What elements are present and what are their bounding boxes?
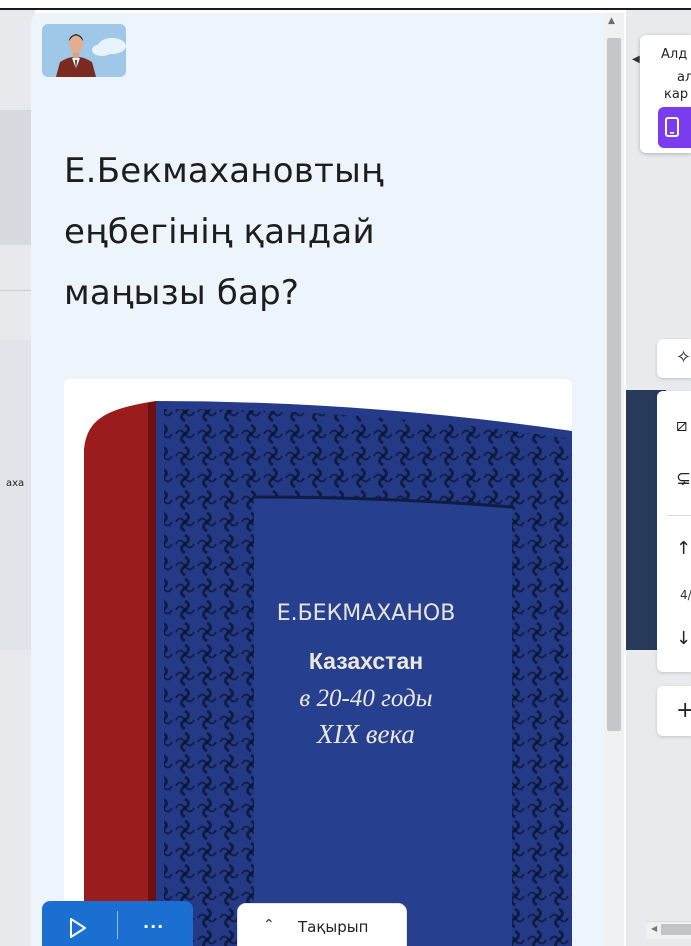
title-line: еңбегінің қандай	[64, 212, 375, 252]
horizontal-scrollbar-thumb[interactable]	[661, 924, 691, 935]
arrow-down-icon[interactable]: ↓	[676, 628, 691, 649]
chevron-updown-icon: ⌃	[263, 917, 275, 933]
arrow-up-icon[interactable]: ↑	[676, 538, 691, 559]
background-band	[0, 340, 35, 650]
more-options-icon[interactable]: ...	[143, 913, 164, 932]
scrollbar-thumb[interactable]	[607, 38, 621, 731]
book-title-line2: в 20-40 годы	[299, 685, 432, 712]
popup-line: Алд	[661, 47, 688, 62]
present-button-group	[42, 901, 193, 946]
background-clipped-text: аха	[6, 478, 25, 489]
mobile-preview-button[interactable]	[658, 107, 691, 148]
play-icon[interactable]	[68, 917, 88, 939]
book-author-text: Е.БЕКМАХАНОВ	[277, 601, 456, 626]
title-line: Е.Бекмахановтың	[64, 151, 384, 191]
author-avatar[interactable]	[42, 24, 126, 77]
book-title-line1: Казахстан	[309, 648, 423, 674]
background-separator	[0, 290, 35, 291]
title-line: маңызы бар?	[64, 273, 300, 313]
scroll-up-arrow-icon[interactable]: ▲	[608, 16, 615, 26]
question-title: Е.Бекмахановтың еңбегінің қандай маңызы …	[64, 141, 484, 324]
background-band	[0, 110, 35, 245]
comment-icon[interactable]: ⊊	[676, 468, 691, 489]
book-title-line3: XIX века	[316, 719, 415, 749]
scroll-left-arrow-icon[interactable]: ◀	[651, 924, 657, 933]
button-divider	[117, 911, 118, 939]
topic-label: Тақырып	[298, 918, 369, 936]
page-counter: 4/	[680, 588, 691, 602]
book-cover-image: Е.БЕКМАХАНОВ Казахстан в 20-40 годы XIX …	[64, 379, 572, 946]
toolbar-divider	[667, 515, 691, 516]
phone-icon	[665, 117, 679, 137]
reading-panel: Е.Бекмахановтың еңбегінің қандай маңызы …	[31, 13, 622, 946]
plus-icon: +	[676, 698, 691, 723]
image-icon[interactable]: ⧄	[676, 415, 687, 436]
window-top-edge	[0, 0, 691, 10]
popup-pointer-icon: ◀	[632, 54, 640, 65]
popup-line: кар	[664, 87, 689, 102]
sparkle-icon: ✧	[676, 347, 691, 368]
